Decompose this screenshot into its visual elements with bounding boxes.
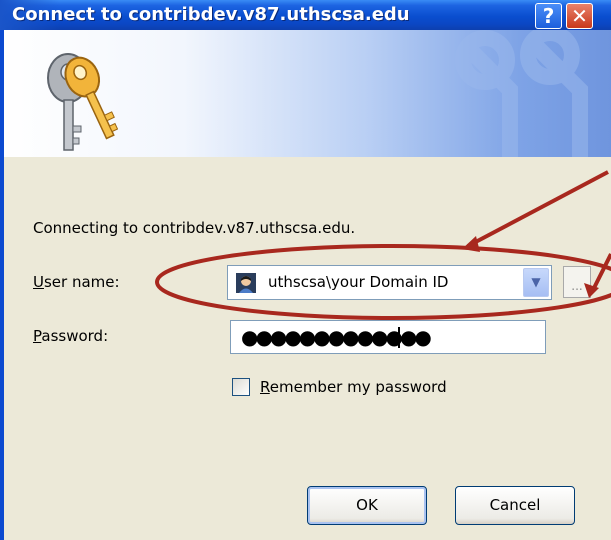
remember-password-label[interactable]: Remember my password <box>260 378 447 396</box>
close-icon: ✕ <box>571 4 588 28</box>
user-icon <box>236 273 256 293</box>
username-label: User name: <box>33 273 120 291</box>
connect-dialog: Connect to contribdev.v87.uthscsa.edu ? … <box>0 0 611 540</box>
username-combobox[interactable]: uthscsa\your Domain ID ▼ <box>227 265 552 300</box>
close-button[interactable]: ✕ <box>566 3 593 29</box>
keys-watermark-icon <box>455 30 588 157</box>
help-icon: ? <box>542 4 555 28</box>
chevron-down-icon: ▼ <box>531 275 541 289</box>
remember-password-checkbox[interactable] <box>232 378 250 396</box>
help-button[interactable]: ? <box>535 3 562 29</box>
password-mask: ●●●●●●●●●●●●● <box>241 325 432 349</box>
ok-button[interactable]: OK <box>307 486 427 525</box>
connecting-text: Connecting to contribdev.v87.uthscsa.edu… <box>33 219 356 237</box>
password-field[interactable]: ●●●●●●●●●●●●● <box>230 320 546 354</box>
dialog-title: Connect to contribdev.v87.uthscsa.edu <box>12 4 410 25</box>
cancel-button[interactable]: Cancel <box>455 486 575 525</box>
title-bar[interactable]: Connect to contribdev.v87.uthscsa.edu ? … <box>0 0 611 30</box>
username-dropdown-button[interactable]: ▼ <box>523 268 549 297</box>
text-caret <box>398 327 400 348</box>
browse-button[interactable]: ... <box>563 266 591 298</box>
keys-icon <box>47 53 118 151</box>
password-label: Password: <box>33 327 109 345</box>
username-value[interactable]: uthscsa\your Domain ID <box>268 273 448 291</box>
